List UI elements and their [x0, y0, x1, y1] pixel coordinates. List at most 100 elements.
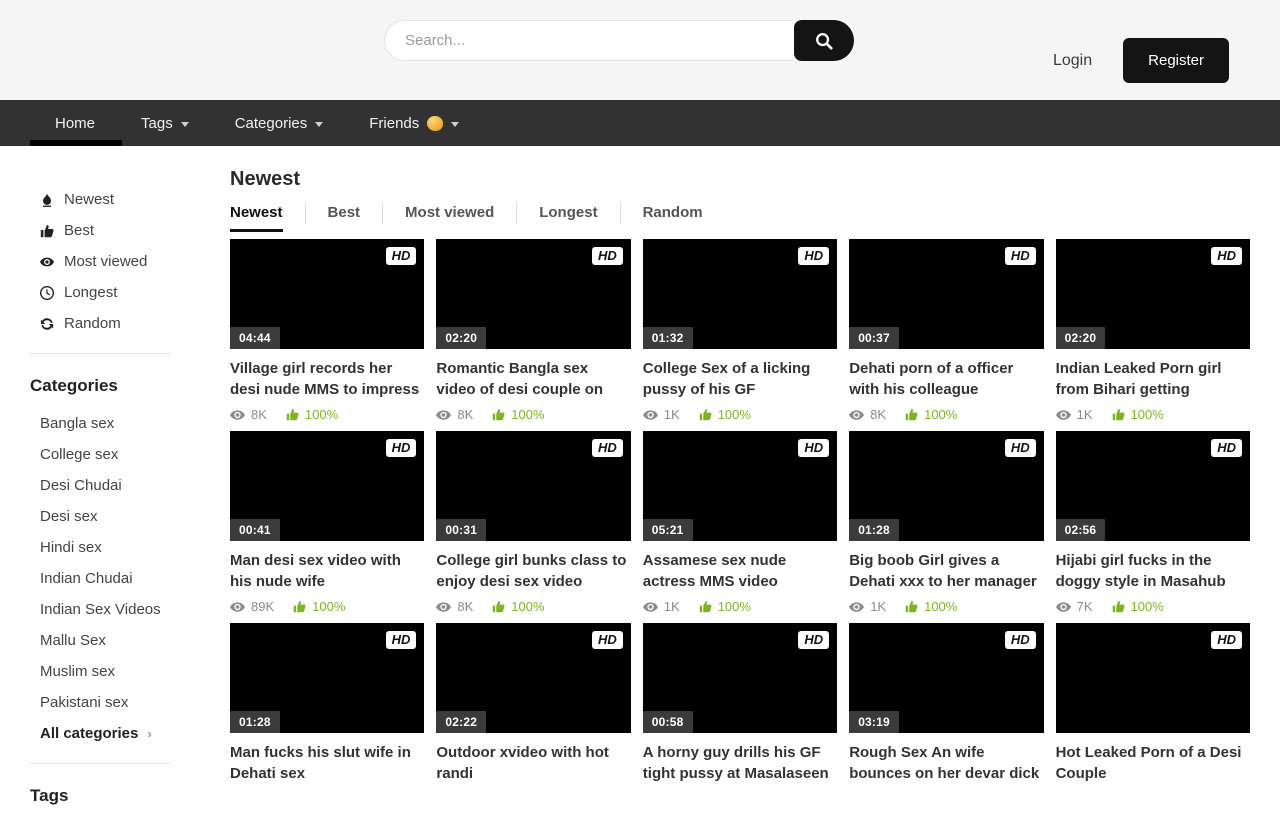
handshake-emoji — [427, 116, 443, 131]
sidebar-category-link[interactable]: Indian Chudai — [28, 563, 230, 594]
view-count: 8K — [230, 407, 267, 422]
video-thumbnail[interactable]: 01:32 HD — [643, 239, 837, 349]
video-stats: 8K 100% — [436, 599, 630, 614]
nav-item-tags[interactable]: Tags — [141, 115, 189, 132]
sidebar-category-link[interactable]: Desi sex — [28, 501, 230, 532]
hd-badge: HD — [386, 439, 417, 457]
search-button[interactable] — [794, 20, 854, 61]
eye-icon — [849, 602, 864, 612]
nav-item-categories[interactable]: Categories — [235, 115, 324, 132]
sidebar-item-random[interactable]: Random — [28, 308, 230, 339]
nav-item-label: Home — [55, 115, 95, 132]
thumbs-up-icon — [492, 600, 505, 613]
sidebar-category-link[interactable]: Desi Chudai — [28, 470, 230, 501]
tab-separator — [305, 202, 306, 224]
video-title[interactable]: Village girl records her desi nude MMS t… — [230, 358, 424, 400]
sidebar-category-link[interactable]: Hindi sex — [28, 532, 230, 563]
rating: 100% — [905, 599, 957, 614]
video-title[interactable]: College Sex of a licking pussy of his GF — [643, 358, 837, 400]
video-thumbnail[interactable]: 00:58 HD — [643, 623, 837, 733]
hd-badge: HD — [798, 247, 829, 265]
video-thumbnail[interactable]: 02:22 HD — [436, 623, 630, 733]
eye-icon — [643, 410, 658, 420]
rating: 100% — [286, 407, 338, 422]
nav-item-friends[interactable]: Friends — [369, 115, 459, 132]
video-card: 02:22 HD Outdoor xvideo with hot randi — [436, 623, 630, 784]
video-thumbnail[interactable]: 01:28 HD — [230, 623, 424, 733]
hd-badge: HD — [1005, 439, 1036, 457]
duration-badge: 01:28 — [230, 711, 280, 733]
sidebar-item-best[interactable]: Best — [28, 215, 230, 246]
video-thumbnail[interactable]: 05:21 HD — [643, 431, 837, 541]
video-stats: 1K 100% — [643, 407, 837, 422]
sidebar-item-newest[interactable]: Newest — [28, 184, 230, 215]
hd-badge: HD — [1211, 439, 1242, 457]
video-title[interactable]: Man desi sex video with his nude wife — [230, 550, 424, 592]
sidebar-item-most-viewed[interactable]: Most viewed — [28, 246, 230, 277]
nav-item-label: Friends — [369, 115, 419, 132]
view-count: 8K — [436, 407, 473, 422]
chevron-down-icon — [451, 122, 459, 127]
video-title[interactable]: Rough Sex An wife bounces on her devar d… — [849, 742, 1043, 784]
nav-item-label: Tags — [141, 115, 173, 132]
sidebar-item-longest[interactable]: Longest — [28, 277, 230, 308]
search-input[interactable] — [384, 20, 794, 61]
video-title[interactable]: Man fucks his slut wife in Dehati sex — [230, 742, 424, 784]
view-count: 8K — [436, 599, 473, 614]
thumbs-up-icon — [905, 408, 918, 421]
thumbs-up-icon — [1112, 408, 1125, 421]
video-thumbnail[interactable]: 02:56 HD — [1056, 431, 1250, 541]
video-title[interactable]: A horny guy drills his GF tight pussy at… — [643, 742, 837, 784]
thumbs-up-icon — [293, 600, 306, 613]
eye-icon — [230, 602, 245, 612]
video-thumbnail[interactable]: 04:44 HD — [230, 239, 424, 349]
sidebar-category-link[interactable]: Mallu Sex — [28, 625, 230, 656]
video-thumbnail[interactable]: 03:19 HD — [849, 623, 1043, 733]
tab-random[interactable]: Random — [643, 204, 703, 232]
sidebar-item-all-categories[interactable]: All categories › — [28, 718, 230, 749]
sidebar-sort-label: Best — [64, 222, 94, 239]
video-title[interactable]: Hijabi girl fucks in the doggy style in … — [1056, 550, 1250, 592]
view-count: 1K — [1056, 407, 1093, 422]
tab-best[interactable]: Best — [328, 204, 361, 232]
video-thumbnail[interactable]: 00:41 HD — [230, 431, 424, 541]
video-title[interactable]: College girl bunks class to enjoy desi s… — [436, 550, 630, 592]
duration-badge: 00:58 — [643, 711, 693, 733]
video-card: 00:58 HD A horny guy drills his GF tight… — [643, 623, 837, 784]
video-card: 01:28 HD Man fucks his slut wife in Deha… — [230, 623, 424, 784]
video-title[interactable]: Assamese sex nude actress MMS video — [643, 550, 837, 592]
video-thumbnail[interactable]: 02:20 HD — [436, 239, 630, 349]
tab-most-viewed[interactable]: Most viewed — [405, 204, 494, 232]
video-title[interactable]: Outdoor xvideo with hot randi — [436, 742, 630, 784]
site-header: Login Register — [0, 0, 1280, 100]
video-thumbnail[interactable]: 01:28 HD — [849, 431, 1043, 541]
sidebar-category-link[interactable]: College sex — [28, 439, 230, 470]
video-title[interactable]: Hot Leaked Porn of a Desi Couple — [1056, 742, 1250, 784]
sidebar-category-link[interactable]: Indian Sex Videos — [28, 594, 230, 625]
tab-longest[interactable]: Longest — [539, 204, 597, 232]
video-thumbnail[interactable]: 00:37 HD — [849, 239, 1043, 349]
rating: 100% — [1112, 599, 1164, 614]
video-title[interactable]: Romantic Bangla sex video of desi couple… — [436, 358, 630, 400]
video-title[interactable]: Indian Leaked Porn girl from Bihari gett… — [1056, 358, 1250, 400]
register-button[interactable]: Register — [1123, 38, 1229, 83]
nav-item-home[interactable]: Home — [55, 115, 95, 132]
longest-icon — [40, 286, 54, 300]
video-title[interactable]: Big boob Girl gives a Dehati xxx to her … — [849, 550, 1043, 592]
eye-icon — [230, 410, 245, 420]
active-nav-underline — [30, 140, 122, 146]
rating: 100% — [492, 599, 544, 614]
video-title[interactable]: Dehati porn of a officer with his collea… — [849, 358, 1043, 400]
tab-newest[interactable]: Newest — [230, 204, 283, 232]
video-thumbnail[interactable]: HD — [1056, 623, 1250, 733]
login-link[interactable]: Login — [1053, 52, 1092, 70]
sidebar-category-link[interactable]: Pakistani sex — [28, 687, 230, 718]
video-thumbnail[interactable]: 00:31 HD — [436, 431, 630, 541]
categories-heading: Categories — [30, 376, 230, 396]
sidebar-category-link[interactable]: Bangla sex — [28, 408, 230, 439]
eye-icon — [1056, 602, 1071, 612]
sidebar-category-link[interactable]: Muslim sex — [28, 656, 230, 687]
sidebar-divider — [28, 763, 172, 764]
sort-tabs: Newest Best Most viewed Longest Random — [230, 202, 1250, 232]
video-thumbnail[interactable]: 02:20 HD — [1056, 239, 1250, 349]
